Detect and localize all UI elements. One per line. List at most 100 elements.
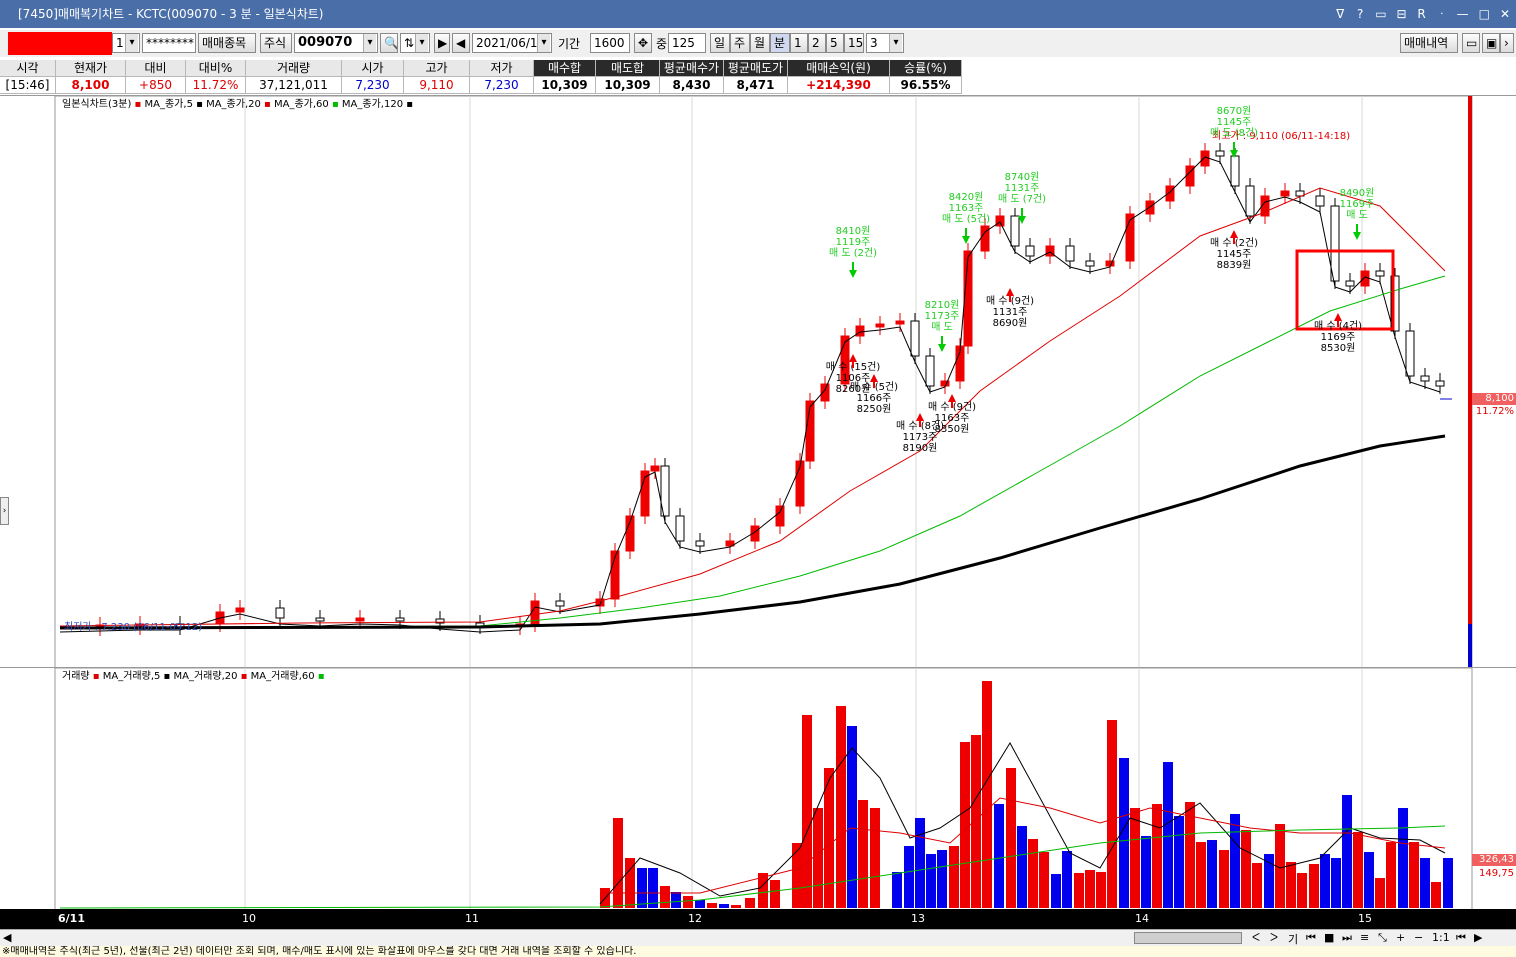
trade-history-button[interactable]: 매매내역: [1400, 33, 1458, 53]
help-icon[interactable]: ?: [1355, 0, 1365, 28]
volume-bar: [648, 868, 658, 908]
volume-bar: [1185, 802, 1195, 908]
chart-scrollbar[interactable]: ◀ ᐸ ᐳ 기 ⏮ ■ ⏭ ≡ ⤡ + −1:1 ⏮ ▶: [0, 929, 1516, 946]
volume-bar: [1174, 816, 1184, 908]
folder-icon[interactable]: ▭: [1462, 33, 1480, 53]
maximize-icon[interactable]: □: [1479, 0, 1490, 28]
scroll-tool-9-icon[interactable]: −: [1414, 931, 1423, 944]
period-input[interactable]: 1600: [590, 33, 630, 53]
scroll-tool-12-icon[interactable]: ▶: [1474, 931, 1482, 944]
day-button[interactable]: 일: [710, 33, 730, 53]
scroll-left-icon[interactable]: ◀: [3, 931, 11, 944]
candle: [695, 540, 705, 547]
password-field[interactable]: ********: [142, 33, 196, 53]
x-axis: 6/11 10 11 12 13 14 15: [0, 909, 1516, 929]
candle: [1375, 270, 1385, 277]
mid-input[interactable]: 125: [668, 33, 706, 53]
volume-bar: [949, 846, 959, 908]
week-button[interactable]: 주: [730, 33, 750, 53]
candle: [1420, 375, 1430, 382]
volume-bar: [926, 854, 936, 908]
type-button[interactable]: 주식: [260, 33, 292, 53]
scroll-thumb[interactable]: [1134, 932, 1242, 944]
volume-bar: [1386, 842, 1396, 908]
scroll-tool-8-icon[interactable]: +: [1396, 931, 1405, 944]
side-expand-icon[interactable]: ›: [0, 497, 9, 525]
dropdown-icon[interactable]: ᐁ: [1335, 0, 1345, 28]
interval-1[interactable]: 1: [790, 33, 808, 53]
candle: [1025, 245, 1035, 257]
scroll-tool-10-icon[interactable]: 1:1: [1432, 931, 1450, 944]
interval-select[interactable]: 3: [866, 33, 904, 53]
candle: [910, 320, 920, 357]
volume-bar: [1006, 768, 1016, 908]
volume-bar: [836, 706, 846, 908]
toolbar: 1 ******** 매매종목 주식 009070 🔍 ⇅ ▶ ◀ 2021/0…: [0, 30, 1516, 57]
scroll-tool-3-icon[interactable]: ⏮: [1306, 931, 1316, 945]
volume-bar: [1420, 858, 1430, 908]
volume-bar: [1028, 839, 1038, 908]
close-icon[interactable]: ✕: [1500, 0, 1510, 28]
stock-list-button[interactable]: 매매종목: [198, 33, 256, 53]
volume-bar: [1342, 795, 1352, 908]
scroll-tool-6-icon[interactable]: ≡: [1360, 931, 1369, 944]
play-icon[interactable]: ▶: [434, 33, 450, 53]
scroll-tool-5-icon[interactable]: ⏭: [1342, 931, 1352, 945]
interval-2[interactable]: 2: [808, 33, 826, 53]
volume-bar: [1074, 873, 1084, 908]
candle: [1405, 330, 1415, 377]
account-select[interactable]: 1: [112, 33, 140, 53]
candle: [995, 215, 1005, 227]
minimize-icon[interactable]: —: [1457, 0, 1469, 28]
crosshair-icon[interactable]: ✥: [634, 33, 652, 53]
window-controls: ᐁ ? ▭ ⊟ R ᐧ — □ ✕: [1335, 0, 1510, 28]
screen-icon[interactable]: ▭: [1375, 0, 1386, 28]
volume-bar: [1219, 850, 1229, 908]
scroll-tool-4-icon[interactable]: ■: [1324, 931, 1334, 944]
candle: [855, 325, 865, 337]
volume-bar: [1252, 863, 1262, 908]
more-icon[interactable]: ›: [1500, 33, 1514, 53]
info-value-13: 96.55%: [890, 77, 962, 94]
mid-label: 중: [656, 37, 668, 51]
month-button[interactable]: 월: [750, 33, 770, 53]
date-picker[interactable]: 2021/06/11: [472, 33, 552, 53]
volume-bar: [1443, 858, 1453, 908]
info-header-4: 거래량: [246, 60, 342, 77]
layout-icon[interactable]: ⊟: [1397, 0, 1407, 28]
volume-bar: [813, 808, 823, 908]
volume-chart[interactable]: 거래량 ▪ MA_거래량,5 ▪ MA_거래량,20 ▪ MA_거래량,60 ▪…: [0, 667, 1516, 911]
info-header-12: 매매손익(원): [788, 60, 890, 77]
title-bar: [7450]매매복기차트 - KCTC(009070 - 3 분 - 일본식차트…: [0, 0, 1516, 28]
scroll-tool-7-icon[interactable]: ⤡: [1378, 931, 1387, 945]
interval-5[interactable]: 5: [826, 33, 844, 53]
scroll-tool-0-icon[interactable]: ᐸ: [1252, 931, 1260, 944]
scroll-tool-11-icon[interactable]: ⏮: [1456, 931, 1466, 945]
code-input[interactable]: 009070: [294, 33, 378, 53]
interval-15[interactable]: 15: [844, 33, 864, 53]
scroll-tool-2-icon[interactable]: 기: [1288, 931, 1298, 947]
prev-icon[interactable]: ◀: [452, 33, 470, 53]
dot-icon[interactable]: ᐧ: [1437, 0, 1447, 28]
info-value-3: 11.72%: [186, 77, 246, 94]
sort-select[interactable]: ⇅: [400, 33, 430, 53]
info-value-8: 10,309: [534, 77, 596, 94]
volume-bar: [1297, 873, 1307, 908]
trade-text: 매 도: [931, 321, 953, 333]
save-icon[interactable]: ▣: [1482, 33, 1500, 53]
trade-text: 1131주: [993, 307, 1028, 318]
candle: [875, 323, 885, 328]
scroll-tool-1-icon[interactable]: ᐳ: [1270, 931, 1278, 944]
volume-bar: [1163, 762, 1173, 908]
refresh-icon[interactable]: R: [1417, 0, 1427, 28]
volume-bar: [904, 846, 914, 908]
trade-text: 1131주: [1005, 183, 1040, 194]
search-icon[interactable]: 🔍: [380, 33, 398, 53]
pct-tag: 11.72%: [1475, 406, 1514, 417]
volume-bar: [1364, 852, 1374, 908]
price-chart[interactable]: 일본식차트(3분) ▪ MA_종가,5 ▪ MA_종가,20 ▪ MA_종가,6…: [0, 95, 1516, 669]
candle: [940, 380, 950, 387]
volume-bar: [1051, 874, 1061, 908]
volume-tag: 326,43: [1472, 854, 1516, 866]
minute-button[interactable]: 분: [770, 33, 790, 53]
